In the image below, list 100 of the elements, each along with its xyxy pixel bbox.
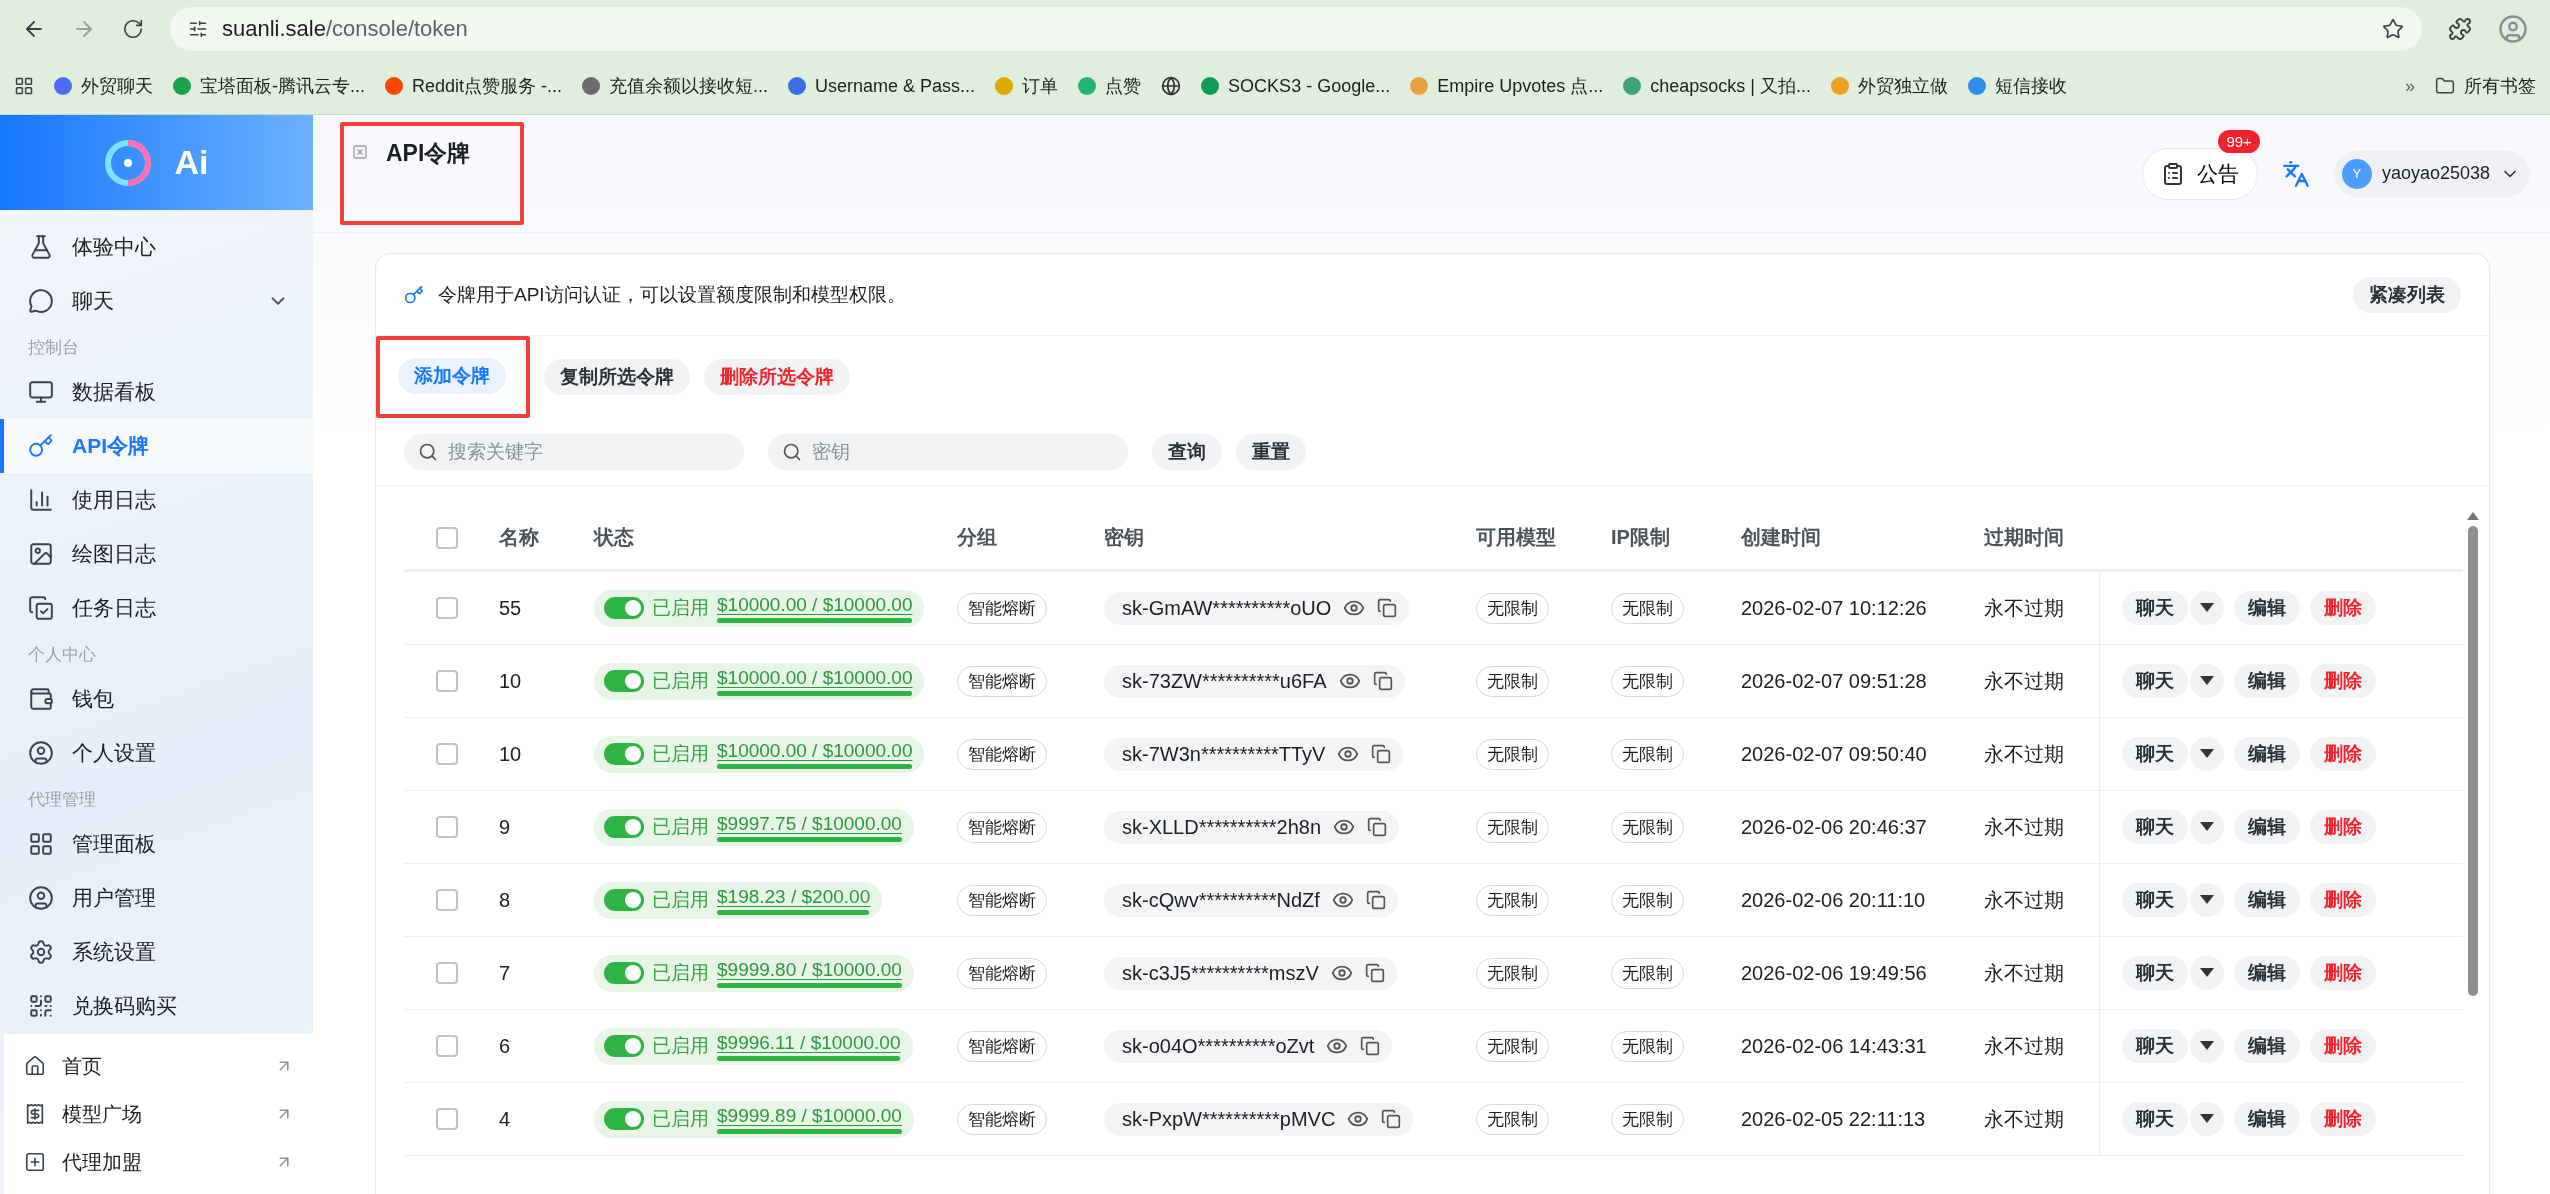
delete-button[interactable]: 删除 — [2310, 664, 2376, 698]
dropdown-button[interactable] — [2190, 810, 2224, 844]
copy-icon[interactable] — [1377, 598, 1398, 618]
language-icon[interactable] — [2281, 159, 2310, 188]
status-toggle[interactable] — [604, 816, 644, 838]
compact-list-button[interactable]: 紧凑列表 — [2353, 276, 2461, 313]
row-checkbox[interactable] — [435, 743, 458, 765]
nav-link[interactable]: 首页 — [4, 1042, 313, 1090]
delete-button[interactable]: 删除 — [2310, 956, 2376, 990]
bookmark-link[interactable]: 宝塔面板-腾讯云专... — [173, 74, 365, 98]
dropdown-button[interactable] — [2190, 1102, 2224, 1136]
delete-button[interactable]: 删除 — [2310, 810, 2376, 844]
delete-button[interactable]: 删除 — [2310, 591, 2376, 625]
edit-button[interactable]: 编辑 — [2234, 883, 2300, 917]
nav-item[interactable]: 系统设置 — [0, 925, 313, 979]
scrollbar-thumb[interactable] — [2468, 526, 2478, 996]
copy-icon[interactable] — [1372, 671, 1393, 691]
copy-icon[interactable] — [1360, 1036, 1381, 1056]
more-bookmarks[interactable]: » — [2405, 75, 2415, 97]
dropdown-button[interactable] — [2190, 1029, 2224, 1063]
reload-icon[interactable] — [122, 18, 144, 40]
bookmark-link[interactable]: Reddit点赞服务 -... — [385, 74, 563, 98]
dropdown-button[interactable] — [2190, 956, 2224, 990]
chat-button[interactable]: 聊天 — [2122, 810, 2188, 844]
notice-button[interactable]: 公告 — [2141, 147, 2258, 200]
nav-link[interactable]: 代理加盟 — [4, 1138, 313, 1186]
delete-button[interactable]: 删除 — [2310, 883, 2376, 917]
nav-item[interactable]: 管理面板 — [0, 817, 313, 871]
copy-icon[interactable] — [1367, 817, 1387, 837]
bookmark-link[interactable]: 点赞 — [1078, 74, 1142, 98]
reset-button[interactable]: 重置 — [1236, 433, 1306, 470]
nav-item[interactable]: 绘图日志 — [0, 527, 313, 581]
scroll-up-icon[interactable] — [2467, 512, 2479, 520]
edit-button[interactable]: 编辑 — [2234, 810, 2300, 844]
extensions-icon[interactable] — [2448, 17, 2472, 41]
row-checkbox[interactable] — [435, 962, 458, 984]
copy-icon[interactable] — [1371, 744, 1392, 764]
status-toggle[interactable] — [604, 743, 644, 765]
bookmark-link[interactable]: Username & Pass... — [788, 75, 976, 97]
toolbar-button[interactable]: 复制所选令牌 — [544, 359, 690, 395]
dropdown-button[interactable] — [2190, 591, 2224, 625]
nav-item[interactable]: 聊天 — [0, 274, 313, 328]
edit-button[interactable]: 编辑 — [2234, 591, 2300, 625]
chat-button[interactable]: 聊天 — [2122, 591, 2188, 625]
bookmark-link[interactable]: 外贸独立做 — [1831, 74, 1948, 98]
copy-icon[interactable] — [1365, 890, 1386, 910]
nav-item[interactable]: 体验中心 — [0, 220, 313, 274]
address-bar[interactable]: suanli.sale/console/token — [170, 7, 2422, 51]
row-checkbox[interactable] — [435, 597, 458, 619]
edit-button[interactable]: 编辑 — [2234, 664, 2300, 698]
chat-button[interactable]: 聊天 — [2122, 1102, 2188, 1136]
user-menu[interactable]: Y yaoyao25038 — [2333, 150, 2530, 197]
nav-item[interactable]: API令牌 — [0, 419, 313, 473]
dropdown-button[interactable] — [2190, 737, 2224, 771]
search-field[interactable]: 搜索关键字 — [404, 433, 744, 470]
row-checkbox[interactable] — [435, 670, 458, 692]
delete-button[interactable]: 删除 — [2310, 1029, 2376, 1063]
chat-button[interactable]: 聊天 — [2122, 1029, 2188, 1063]
bookmark-link[interactable]: 充值余额以接收短... — [582, 74, 769, 98]
status-toggle[interactable] — [604, 670, 644, 692]
bookmark-link[interactable]: 订单 — [995, 74, 1059, 98]
key-search-field[interactable]: 密钥 — [768, 433, 1128, 470]
status-toggle[interactable] — [604, 1035, 644, 1057]
toolbar-button[interactable]: 添加令牌 — [398, 358, 506, 394]
nav-item[interactable]: 个人设置 — [0, 726, 313, 780]
profile-avatar-icon[interactable] — [2498, 14, 2528, 44]
delete-button[interactable]: 删除 — [2310, 737, 2376, 771]
edit-button[interactable]: 编辑 — [2234, 956, 2300, 990]
status-toggle[interactable] — [604, 962, 644, 984]
globe-icon[interactable] — [1161, 76, 1182, 96]
chat-button[interactable]: 聊天 — [2122, 737, 2188, 771]
nav-item[interactable]: 兑换码购买 — [0, 979, 313, 1033]
status-toggle[interactable] — [604, 597, 644, 619]
nav-item[interactable]: 用户管理 — [0, 871, 313, 925]
nav-link[interactable]: 模型广场 — [4, 1090, 313, 1138]
row-checkbox[interactable] — [435, 1108, 458, 1130]
sidebar-toggle-icon[interactable] — [352, 144, 368, 160]
query-button[interactable]: 查询 — [1152, 433, 1222, 470]
chat-button[interactable]: 聊天 — [2122, 664, 2188, 698]
bookmark-link[interactable]: SOCKS3 - Google... — [1201, 75, 1391, 97]
apps-icon[interactable] — [14, 76, 34, 96]
row-checkbox[interactable] — [435, 1035, 458, 1057]
nav-item[interactable]: 使用日志 — [0, 473, 313, 527]
edit-button[interactable]: 编辑 — [2234, 1029, 2300, 1063]
status-toggle[interactable] — [604, 889, 644, 911]
bookmark-link[interactable]: 外贸聊天 — [54, 74, 153, 98]
chat-button[interactable]: 聊天 — [2122, 883, 2188, 917]
delete-button[interactable]: 删除 — [2310, 1102, 2376, 1136]
copy-icon[interactable] — [1381, 1109, 1402, 1129]
bookmark-folder[interactable]: 所有书签 — [2435, 74, 2536, 98]
toolbar-button[interactable]: 删除所选令牌 — [704, 359, 850, 395]
row-checkbox[interactable] — [435, 816, 458, 838]
nav-item[interactable]: 数据看板 — [0, 365, 313, 419]
select-all-checkbox[interactable] — [435, 526, 458, 549]
copy-icon[interactable] — [1364, 963, 1385, 983]
nav-item[interactable]: 任务日志 — [0, 581, 313, 635]
bookmark-link[interactable]: 短信接收 — [1968, 74, 2067, 98]
edit-button[interactable]: 编辑 — [2234, 737, 2300, 771]
bookmark-link[interactable]: cheapsocks | 又拍... — [1623, 74, 1811, 98]
bookmark-link[interactable]: Empire Upvotes 点... — [1410, 74, 1604, 98]
